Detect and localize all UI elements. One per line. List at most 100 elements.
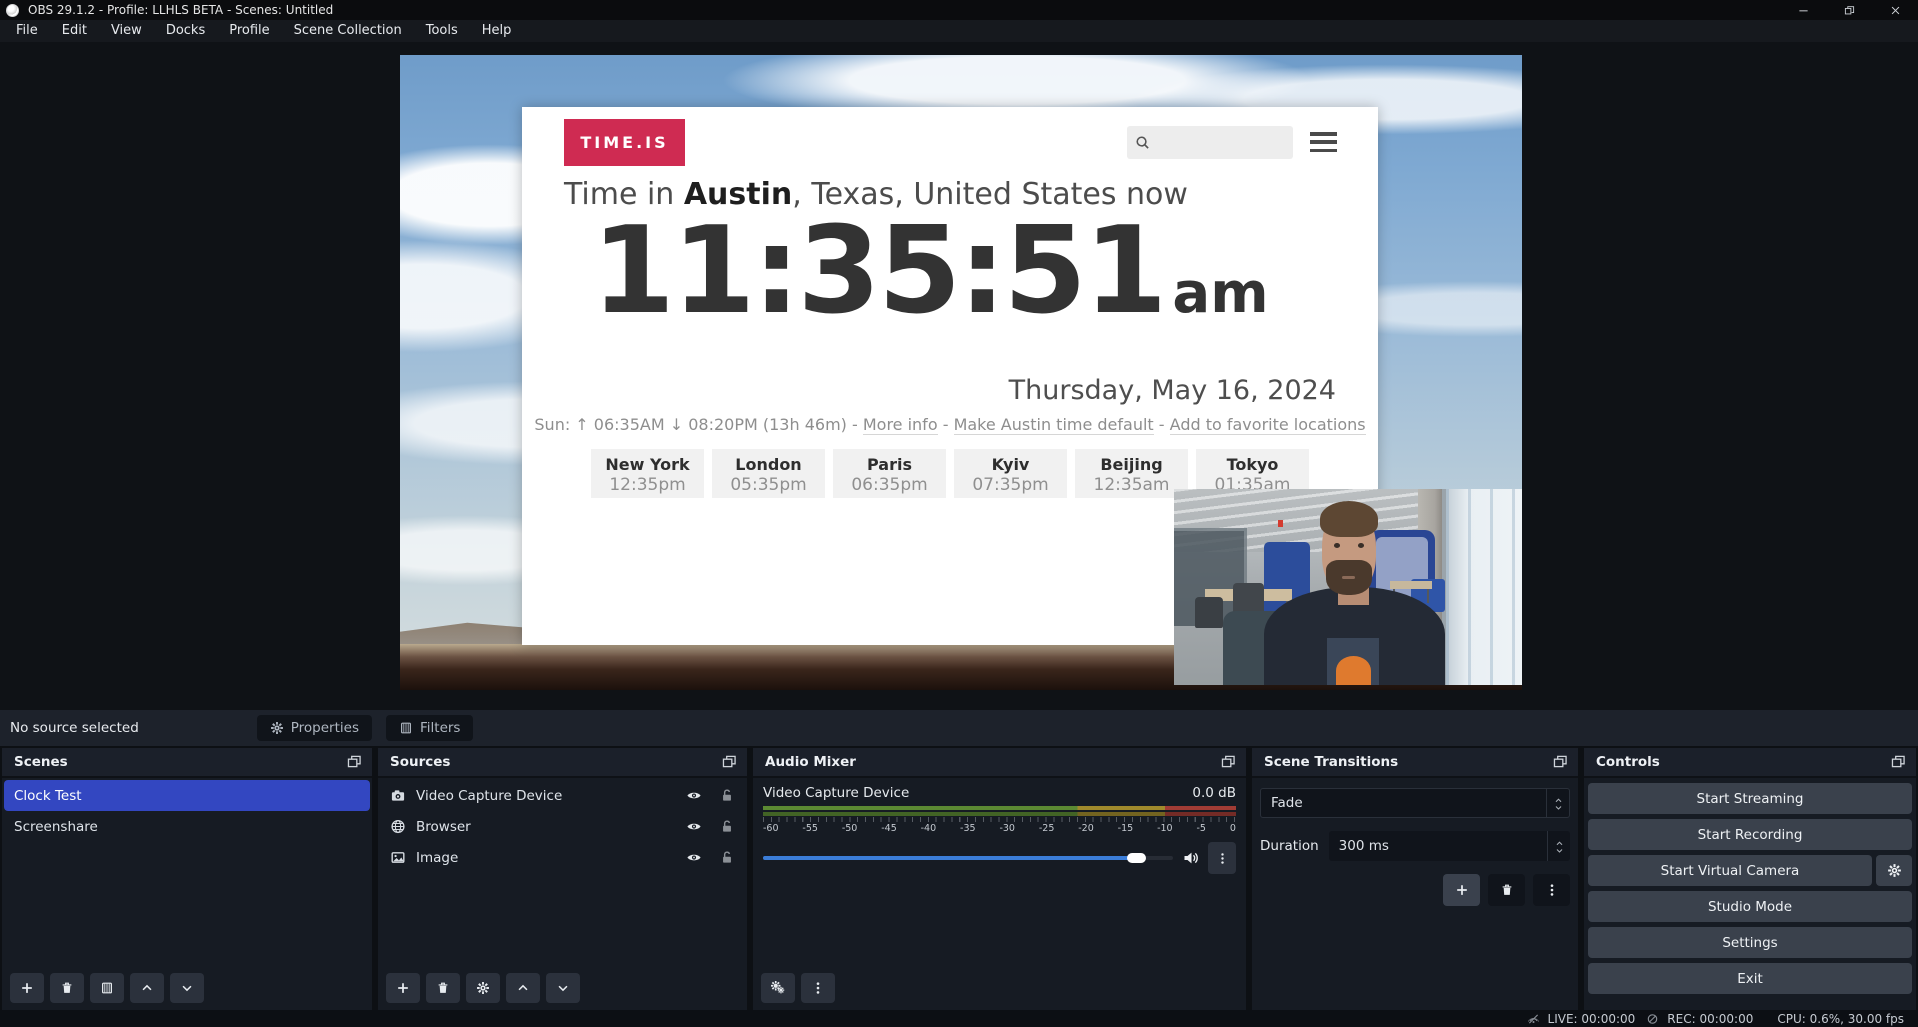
eye-icon[interactable] — [686, 850, 702, 865]
advanced-audio-button[interactable] — [761, 973, 795, 1003]
sources-title: Sources — [390, 754, 450, 770]
mixer-device-label: Video Capture Device — [763, 785, 909, 801]
popout-icon[interactable] — [1553, 753, 1568, 772]
eye-icon[interactable] — [686, 819, 702, 834]
preview-canvas[interactable]: TIME.IS Time in Austin, Texas, United St… — [400, 55, 1522, 690]
search-icon — [1135, 135, 1150, 150]
duration-label: Duration — [1260, 838, 1319, 854]
search-input[interactable] — [1127, 126, 1293, 159]
transitions-title: Scene Transitions — [1264, 754, 1398, 770]
start-recording-button[interactable]: Start Recording — [1588, 819, 1912, 850]
mixer-item-menu-button[interactable] — [1208, 842, 1236, 874]
source-item-image[interactable]: Image — [380, 842, 745, 873]
close-button[interactable] — [1872, 0, 1918, 20]
volume-slider[interactable] — [763, 856, 1173, 860]
source-status-text: No source selected — [10, 720, 139, 736]
add-transition-button[interactable] — [1443, 874, 1480, 906]
eye-icon[interactable] — [686, 788, 702, 803]
source-item-browser[interactable]: Browser — [380, 811, 745, 842]
meter-scale-labels: -60-55-50-45-40-35-30-25-20-15-10-50 — [763, 823, 1236, 834]
restore-button[interactable] — [1826, 0, 1872, 20]
remove-transition-button[interactable] — [1488, 874, 1525, 906]
scene-filters-button[interactable] — [90, 973, 124, 1003]
transition-select[interactable]: Fade — [1260, 788, 1570, 818]
sources-panel: Sources Video Capture Device Browser — [378, 748, 747, 1010]
start-streaming-button[interactable]: Start Streaming — [1588, 783, 1912, 814]
add-source-button[interactable] — [386, 973, 420, 1003]
duration-spinbox[interactable]: 300 ms — [1329, 831, 1570, 861]
properties-button[interactable]: Properties — [257, 715, 372, 741]
more-info-link[interactable]: More info — [863, 415, 938, 435]
source-down-button[interactable] — [546, 973, 580, 1003]
volume-meter: -60-55-50-45-40-35-30-25-20-15-10-50 — [763, 806, 1236, 834]
meter-tick-marks — [763, 817, 1236, 822]
source-up-button[interactable] — [506, 973, 540, 1003]
mixer-db-value: 0.0 dB — [1192, 785, 1236, 801]
city-box-beijing[interactable]: Beijing 12:35am — [1075, 449, 1188, 498]
scene-item-clock-test[interactable]: Clock Test — [4, 780, 370, 811]
remove-source-button[interactable] — [426, 973, 460, 1003]
mixer-menu-button[interactable] — [801, 973, 835, 1003]
duration-spin-arrows[interactable] — [1547, 831, 1570, 861]
menu-bar: File Edit View Docks Profile Scene Colle… — [0, 20, 1918, 42]
filter-icon — [399, 721, 413, 735]
lock-icon[interactable] — [719, 819, 735, 834]
source-toolbar: No source selected Properties Filters — [0, 710, 1918, 746]
menu-help[interactable]: Help — [470, 20, 524, 42]
lock-icon[interactable] — [719, 850, 735, 865]
virtual-camera-settings-button[interactable] — [1876, 855, 1912, 886]
timeis-logo[interactable]: TIME.IS — [564, 119, 685, 166]
hamburger-menu-icon[interactable] — [1310, 132, 1337, 152]
source-item-video-capture[interactable]: Video Capture Device — [380, 780, 745, 811]
city-box-london[interactable]: London 05:35pm — [712, 449, 825, 498]
stream-inactive-icon — [1526, 1013, 1541, 1025]
city-box-new-york[interactable]: New York 12:35pm — [591, 449, 704, 498]
scene-down-button[interactable] — [170, 973, 204, 1003]
minimize-button[interactable] — [1780, 0, 1826, 20]
popout-icon[interactable] — [722, 753, 737, 772]
start-virtual-camera-button[interactable]: Start Virtual Camera — [1588, 855, 1872, 886]
menu-view[interactable]: View — [99, 20, 154, 42]
scenes-title: Scenes — [14, 754, 68, 770]
dock-area: Scenes Clock Test Screenshare Sources — [0, 748, 1918, 1010]
settings-button[interactable]: Settings — [1588, 927, 1912, 958]
image-icon — [390, 850, 406, 865]
controls-title: Controls — [1596, 754, 1660, 770]
transition-menu-button[interactable] — [1533, 874, 1570, 906]
scenes-panel: Scenes Clock Test Screenshare — [2, 748, 372, 1010]
menu-tools[interactable]: Tools — [414, 20, 470, 42]
speaker-icon[interactable] — [1182, 850, 1199, 866]
city-box-kyiv[interactable]: Kyiv 07:35pm — [954, 449, 1067, 498]
menu-profile[interactable]: Profile — [217, 20, 281, 42]
make-default-link[interactable]: Make Austin time default — [954, 415, 1154, 435]
gear-icon — [270, 721, 284, 735]
volume-slider-handle[interactable] — [1127, 853, 1146, 863]
transition-select-arrows[interactable] — [1546, 789, 1569, 817]
lock-icon[interactable] — [719, 788, 735, 803]
studio-mode-button[interactable]: Studio Mode — [1588, 891, 1912, 922]
filters-button[interactable]: Filters — [386, 715, 473, 741]
webcam-overlay[interactable] — [1174, 489, 1522, 685]
current-time: 11:35:51am — [522, 203, 1378, 341]
city-box-paris[interactable]: Paris 06:35pm — [833, 449, 946, 498]
cpu-fps-status: CPU: 0.6%, 30.00 fps — [1777, 1012, 1904, 1026]
remove-scene-button[interactable] — [50, 973, 84, 1003]
menu-edit[interactable]: Edit — [50, 20, 99, 42]
add-scene-button[interactable] — [10, 973, 44, 1003]
gear-icon — [1887, 863, 1902, 878]
menu-file[interactable]: File — [4, 20, 50, 42]
popout-icon[interactable] — [1221, 753, 1236, 772]
scene-up-button[interactable] — [130, 973, 164, 1003]
scene-item-screenshare[interactable]: Screenshare — [4, 811, 370, 842]
source-properties-button[interactable] — [466, 973, 500, 1003]
scene-transitions-panel: Scene Transitions Fade Duration 300 ms — [1252, 748, 1578, 1010]
exit-button[interactable]: Exit — [1588, 963, 1912, 994]
menu-scene-collection[interactable]: Scene Collection — [282, 20, 414, 42]
add-favorite-link[interactable]: Add to favorite locations — [1170, 415, 1366, 435]
camera-icon — [390, 788, 406, 803]
popout-icon[interactable] — [347, 753, 362, 772]
rec-status: REC: 00:00:00 — [1645, 1012, 1753, 1026]
menu-docks[interactable]: Docks — [154, 20, 217, 42]
popout-icon[interactable] — [1891, 753, 1906, 772]
controls-panel: Controls Start Streaming Start Recording… — [1584, 748, 1916, 1010]
